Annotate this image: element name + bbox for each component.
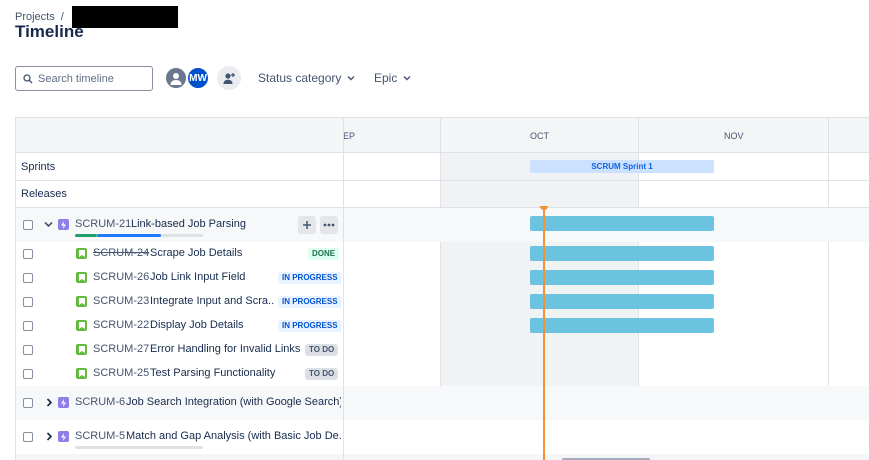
sprint-pill[interactable]: SCRUM Sprint 1 [530,160,714,173]
epic-row-left: SCRUM-5 Match and Gap Analysis (with Bas… [16,420,343,454]
epic-icon [58,397,69,408]
task-timeline-bar[interactable] [530,318,714,333]
bottom-row-edge [16,454,869,460]
task-row[interactable]: SCRUM-22 Display Job Details IN PROGRESS [16,314,869,338]
task-summary[interactable]: Job Link Input Field [150,271,275,283]
task-row[interactable]: SCRUM-27 Error Handling for Invalid Link… [16,338,869,362]
add-child-button[interactable] [298,216,316,234]
row-checkbox[interactable] [23,432,33,442]
search-icon [23,73,33,83]
epic-row[interactable]: SCRUM-21 Link-based Job Parsing [16,208,869,242]
story-icon [76,344,87,355]
task-key[interactable]: SCRUM-27 [93,343,149,355]
task-summary[interactable]: Error Handling for Invalid Links [150,343,300,355]
search-input[interactable] [38,72,148,85]
task-timeline-bar[interactable] [530,246,714,261]
chevron-down-icon[interactable] [44,221,53,228]
epic-key[interactable]: SCRUM-6 [75,396,125,408]
task-row[interactable]: SCRUM-24 Scrape Job Details DONE [16,242,869,266]
task-summary[interactable]: Test Parsing Functionality [150,367,300,379]
avatar-mw[interactable]: MW [186,66,210,90]
search-box[interactable] [15,66,153,91]
task-key[interactable]: SCRUM-25 [93,367,149,379]
epic-timeline-bar[interactable] [530,216,714,231]
month-label-nov: NOV [724,131,744,141]
add-people-button[interactable] [217,66,241,90]
releases-label: Releases [21,188,67,200]
story-icon [76,320,87,331]
sprints-row: Sprints SCRUM Sprint 1 [16,154,869,181]
epic-icon [58,431,69,442]
epic-icon [58,219,69,230]
month-label-sep: EP [343,131,356,141]
epic-summary[interactable]: Link-based Job Parsing [131,218,291,230]
task-key[interactable]: SCRUM-24 [93,247,149,259]
row-checkbox[interactable] [23,321,33,331]
chevron-down-icon [347,76,355,81]
epic-filter-label: Epic [374,71,398,85]
task-key[interactable]: SCRUM-22 [93,319,149,331]
status-lozenge: IN PROGRESS [278,296,342,308]
epic-key[interactable]: SCRUM-21 [75,218,131,230]
chevron-down-icon [403,76,411,81]
epic-progress-track [75,446,203,449]
status-lozenge: DONE [308,248,340,260]
more-icon [323,223,335,227]
row-checkbox[interactable] [23,398,33,408]
row-checkbox[interactable] [23,297,33,307]
story-icon [76,248,87,259]
plus-icon [303,221,311,229]
task-timeline-bar[interactable] [530,294,714,309]
avatar-unassigned[interactable] [164,66,188,90]
list-timeline-divider [343,118,344,460]
row-checkbox[interactable] [23,345,33,355]
task-key[interactable]: SCRUM-23 [93,295,149,307]
add-person-icon [223,73,235,84]
row-checkbox[interactable] [23,369,33,379]
epic-progress-inprogress [97,234,161,237]
month-label-oct: OCT [530,131,549,141]
timeline-grid: EP OCT NOV Sprints SCRUM Sprint 1 Releas… [15,117,869,460]
task-summary[interactable]: Integrate Input and Scra... [150,295,275,307]
task-row[interactable]: SCRUM-23 Integrate Input and Scra... IN … [16,290,869,314]
epic-progress-done [75,234,97,237]
more-actions-button[interactable] [320,216,338,234]
story-icon [76,272,87,283]
status-category-label: Status category [258,71,342,85]
status-category-filter[interactable]: Status category [258,71,355,85]
task-timeline-bar[interactable] [530,270,714,285]
today-marker [543,208,545,460]
task-key[interactable]: SCRUM-26 [93,271,149,283]
task-row[interactable]: SCRUM-25 Test Parsing Functionality TO D… [16,362,869,386]
epic-summary[interactable]: Job Search Integration (with Google Sear… [126,396,341,408]
chevron-right-icon[interactable] [46,432,53,441]
epic-row[interactable]: SCRUM-5 Match and Gap Analysis (with Bas… [16,420,869,454]
sprints-label: Sprints [21,161,56,173]
task-summary[interactable]: Scrape Job Details [150,247,270,259]
story-icon [76,368,87,379]
epic-row-left: SCRUM-21 Link-based Job Parsing [16,208,343,242]
status-lozenge: IN PROGRESS [278,272,342,284]
status-lozenge: IN PROGRESS [278,320,342,332]
task-summary[interactable]: Display Job Details [150,319,275,331]
story-icon [76,296,87,307]
row-checkbox[interactable] [23,273,33,283]
epic-filter[interactable]: Epic [374,71,411,85]
timeline-header: EP OCT NOV [16,118,869,153]
status-lozenge: TO DO [305,368,339,380]
epic-key[interactable]: SCRUM-5 [75,430,125,442]
page-title: Timeline [15,22,84,41]
person-icon [170,73,182,85]
epic-row[interactable]: SCRUM-6 Job Search Integration (with Goo… [16,386,869,420]
epic-row-left: SCRUM-6 Job Search Integration (with Goo… [16,386,343,420]
epic-summary[interactable]: Match and Gap Analysis (with Basic Job D… [126,430,341,442]
task-row[interactable]: SCRUM-26 Job Link Input Field IN PROGRES… [16,266,869,290]
row-checkbox[interactable] [23,249,33,259]
redacted-project-name[interactable] [71,6,178,28]
status-lozenge: TO DO [305,344,339,356]
releases-row: Releases [16,181,869,208]
chevron-right-icon[interactable] [46,398,53,407]
row-checkbox[interactable] [23,220,33,230]
